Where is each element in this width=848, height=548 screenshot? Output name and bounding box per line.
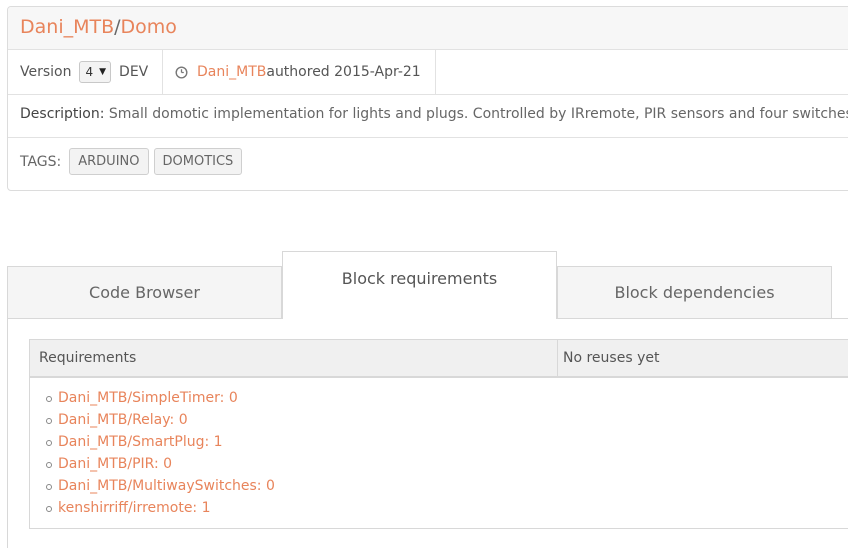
bullet-icon: [46, 462, 52, 468]
version-section: Version 4 ▼ DEV: [8, 50, 163, 94]
list-item: kenshirriff/irremote: 1: [46, 497, 848, 519]
tag-domotics[interactable]: DOMOTICS: [153, 148, 243, 175]
tab-panel-requirements: Requirements No reuses yet Dani_MTB/Simp…: [7, 318, 848, 548]
requirement-link[interactable]: Dani_MTB/PIR: 0: [58, 456, 172, 472]
author-section: Dani_MTB authored 2015-Apr-21: [163, 50, 436, 94]
column-requirements: Requirements: [30, 340, 558, 376]
list-item: Dani_MTB/SmartPlug: 1: [46, 431, 848, 453]
bullet-icon: [46, 396, 52, 402]
owner-link[interactable]: Dani_MTB: [20, 16, 114, 38]
tab-bar: Code Browser Block requirements Block de…: [7, 251, 848, 319]
list-item: Dani_MTB/PIR: 0: [46, 453, 848, 475]
requirement-link[interactable]: kenshirriff/irremote: 1: [58, 500, 211, 516]
description-label: Description:: [20, 106, 105, 122]
meta-row: Version 4 ▼ DEV Dani_MTB authored 2015-A…: [8, 50, 848, 95]
tab-code-browser[interactable]: Code Browser: [7, 266, 282, 318]
requirement-link[interactable]: Dani_MTB/SmartPlug: 1: [58, 434, 223, 450]
bullet-icon: [46, 440, 52, 446]
requirements-list: Dani_MTB/SimpleTimer: 0 Dani_MTB/Relay: …: [30, 378, 848, 519]
tags-label: TAGS:: [20, 153, 62, 170]
block-name-link[interactable]: Domo: [121, 16, 177, 38]
list-item: Dani_MTB/MultiwaySwitches: 0: [46, 475, 848, 497]
tags-row: TAGS: ARDUINO DOMOTICS: [8, 138, 848, 175]
block-title: Dani_MTB/Domo: [8, 7, 848, 50]
column-reuses: No reuses yet: [563, 350, 660, 366]
authored-date: authored 2015-Apr-21: [266, 64, 421, 80]
block-info-card: Dani_MTB/Domo Version 4 ▼ DEV Dani_MTB a…: [7, 6, 848, 191]
list-item: Dani_MTB/SimpleTimer: 0: [46, 387, 848, 409]
author-link[interactable]: Dani_MTB: [197, 64, 266, 80]
requirements-table-header: Requirements No reuses yet: [30, 340, 848, 378]
description-text: Small domotic implementation for lights …: [104, 106, 848, 122]
description-row: Description: Small domotic implementatio…: [8, 95, 848, 138]
branch-label: DEV: [119, 64, 149, 80]
tag-arduino[interactable]: ARDUINO: [69, 148, 149, 175]
requirements-table: Requirements No reuses yet Dani_MTB/Simp…: [29, 339, 848, 529]
version-value: 4: [85, 65, 94, 79]
version-label: Version: [20, 64, 72, 80]
bullet-icon: [46, 484, 52, 490]
list-item: Dani_MTB/Relay: 0: [46, 409, 848, 431]
requirement-link[interactable]: Dani_MTB/SimpleTimer: 0: [58, 390, 238, 406]
bullet-icon: [46, 506, 52, 512]
bullet-icon: [46, 418, 52, 424]
version-select[interactable]: 4 ▼: [79, 61, 112, 83]
requirement-link[interactable]: Dani_MTB/MultiwaySwitches: 0: [58, 478, 275, 494]
clock-icon: [175, 65, 188, 79]
tab-block-dependencies[interactable]: Block dependencies: [557, 266, 832, 318]
requirement-link[interactable]: Dani_MTB/Relay: 0: [58, 412, 188, 428]
tab-block-requirements[interactable]: Block requirements: [282, 251, 557, 319]
caret-down-icon: ▼: [99, 67, 107, 77]
